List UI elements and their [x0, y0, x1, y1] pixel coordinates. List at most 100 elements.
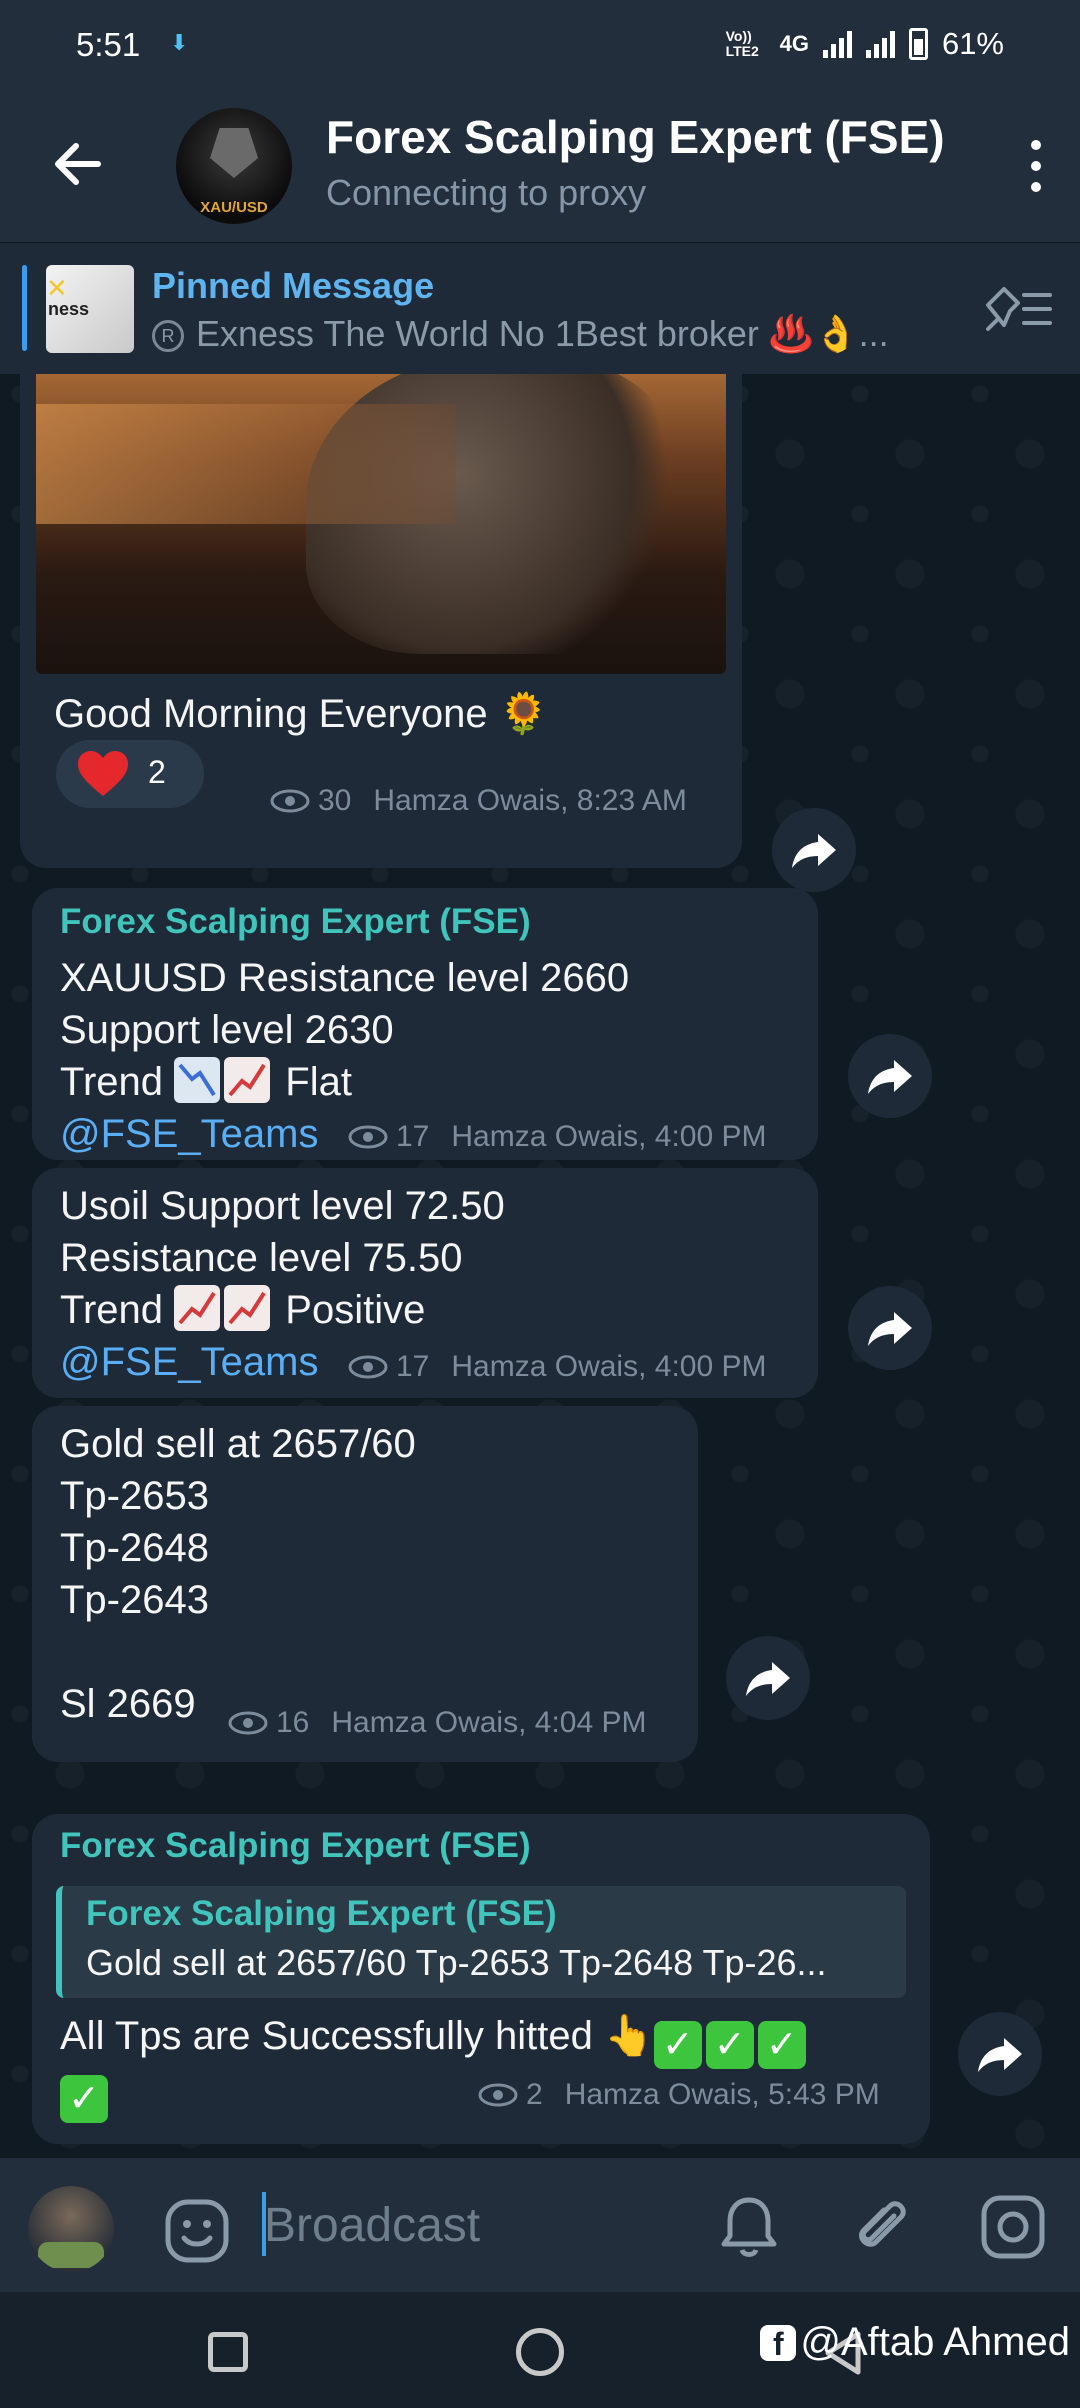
share-button[interactable]	[848, 1286, 932, 1370]
message-sender: Forex Scalping Expert (FSE)	[60, 1826, 531, 1865]
quote-sender: Forex Scalping Expert (FSE)	[86, 1894, 557, 1933]
message-meta: 17 Hamza Owais, 4:00 PM	[348, 1120, 766, 1154]
check-mark-icon: ✓	[653, 2021, 702, 2069]
chat-header: XAU/USD Forex Scalping Expert (FSE) Conn…	[0, 92, 1080, 242]
channel-avatar[interactable]: XAU/USD	[176, 108, 292, 224]
heart-icon	[78, 751, 128, 796]
status-bar: 5:51 ⬇ Vo)) LTE2 4G 61%	[0, 0, 1080, 92]
views-icon	[270, 789, 310, 813]
attach-icon[interactable]	[850, 2194, 912, 2260]
message-input[interactable]: Broadcast	[264, 2198, 480, 2253]
pinned-preview: Exness The World No 1Best broker ♨️👌...	[196, 313, 889, 354]
avatar-text: XAU/USD	[200, 199, 268, 216]
message-line: XAUUSD Resistance level 2660	[60, 956, 630, 1000]
network-type: 4G	[779, 31, 809, 56]
reaction-heart[interactable]: 2	[56, 740, 204, 808]
avatar-emblem	[210, 128, 258, 178]
check-mark-icon: ✓	[60, 2075, 108, 2123]
chart-up-icon	[174, 1285, 221, 1331]
signal-icon-2	[865, 30, 895, 58]
volte-indicator: Vo)) LTE2	[725, 28, 759, 59]
more-options-icon[interactable]	[1026, 140, 1046, 192]
author-time: Hamza Owais, 4:00 PM	[451, 1120, 767, 1153]
message-bubble[interactable]: Good Morning Everyone 🌻 2 30 Hamza Owais…	[20, 374, 742, 868]
channel-link[interactable]: @FSE_Teams	[60, 1108, 318, 1160]
chart-down-icon	[174, 1057, 221, 1103]
system-nav-bar: f @Aftab Ahmed	[0, 2292, 1080, 2408]
channel-link[interactable]: @FSE_Teams	[60, 1336, 318, 1388]
message-line: Sl 2669	[60, 1682, 196, 1726]
message-bubble[interactable]: Gold sell at 2657/60 Tp-2653 Tp-2648 Tp-…	[32, 1406, 698, 1762]
reaction-count: 2	[148, 754, 166, 790]
avatar-detail	[38, 2242, 104, 2268]
share-button[interactable]	[772, 808, 856, 892]
share-button[interactable]	[958, 2012, 1042, 2096]
message-list[interactable]: Good Morning Everyone 🌻 2 30 Hamza Owais…	[0, 374, 1080, 2158]
message-sender: Forex Scalping Expert (FSE)	[60, 902, 531, 941]
registered-icon: R	[152, 320, 184, 352]
message-line: Resistance level 75.50	[60, 1236, 463, 1280]
chart-up-icon	[224, 1285, 271, 1331]
battery-percent: 61%	[941, 26, 1004, 61]
message-meta: 16 Hamza Owais, 4:04 PM	[228, 1706, 646, 1740]
message-line: Gold sell at 2657/60	[60, 1422, 416, 1466]
message-text: All Tps are Successfully hitted 👆 ✓ ✓ ✓	[60, 2010, 810, 2069]
emoji-icon[interactable]	[164, 2198, 230, 2264]
share-arrow-icon	[746, 1662, 790, 1696]
pinned-indicator	[22, 265, 27, 351]
message-line: Tp-2648	[60, 1526, 209, 1570]
author-time: Hamza Owais, 8:23 AM	[373, 784, 687, 817]
trend-label: Trend	[60, 1060, 164, 1104]
home-button[interactable]	[516, 2328, 564, 2376]
bell-icon[interactable]	[718, 2194, 780, 2260]
message-line: Trend Flat	[60, 1056, 352, 1108]
view-count: 30	[318, 784, 352, 817]
message-line: Tp-2653	[60, 1474, 209, 1518]
pinned-message-bar[interactable]: ✕ ness Pinned Message R Exness The World …	[0, 242, 1080, 374]
trend-value: Flat	[285, 1060, 352, 1104]
message-photo[interactable]	[36, 374, 726, 674]
download-icon: ⬇	[170, 30, 189, 55]
message-line: Usoil Support level 72.50	[60, 1184, 505, 1228]
author-time: Hamza Owais, 4:04 PM	[331, 1706, 647, 1739]
message-bubble[interactable]: Usoil Support level 72.50 Resistance lev…	[32, 1168, 818, 1398]
status-icons: Vo)) LTE2 4G 61%	[726, 26, 1004, 62]
reply-quote[interactable]: Forex Scalping Expert (FSE) Gold sell at…	[56, 1886, 906, 1998]
message-text-line2: ✓	[60, 2064, 112, 2123]
share-button[interactable]	[848, 1034, 932, 1118]
check-mark-icon: ✓	[705, 2021, 754, 2069]
view-count: 17	[396, 1120, 430, 1153]
check-mark-icon: ✓	[757, 2021, 806, 2069]
views-icon	[478, 2083, 518, 2107]
watermark-text: @Aftab Ahmed	[800, 2320, 1070, 2364]
author-time: Hamza Owais, 4:00 PM	[451, 1350, 767, 1383]
pinned-text: R Exness The World No 1Best broker ♨️👌...	[152, 313, 942, 355]
battery-icon	[908, 28, 928, 60]
camera-icon[interactable]	[980, 2194, 1046, 2260]
view-count: 16	[276, 1706, 310, 1739]
message-text: Good Morning Everyone 🌻	[54, 692, 549, 736]
message-line: Trend Positive	[60, 1284, 425, 1336]
message-line: Support level 2630	[60, 1008, 394, 1052]
share-button[interactable]	[726, 1636, 810, 1720]
trend-label: Trend	[60, 1288, 164, 1332]
facebook-icon: f	[760, 2324, 797, 2362]
share-arrow-icon	[978, 2038, 1022, 2072]
channel-title[interactable]: Forex Scalping Expert (FSE)	[326, 110, 945, 164]
send-as-avatar[interactable]	[28, 2186, 114, 2272]
pinned-title: Pinned Message	[152, 265, 435, 306]
status-time: 5:51	[76, 26, 141, 63]
back-arrow-icon[interactable]	[48, 134, 108, 194]
message-bubble[interactable]: Forex Scalping Expert (FSE) XAUUSD Resis…	[32, 888, 818, 1160]
message-line: Tp-2643	[60, 1578, 209, 1622]
pinned-thumb-text: ness	[48, 299, 90, 319]
message-meta: 17 Hamza Owais, 4:00 PM	[348, 1350, 766, 1384]
message-bubble[interactable]: Forex Scalping Expert (FSE) Forex Scalpi…	[32, 1814, 930, 2144]
message-text-body: All Tps are Successfully hitted 👆	[60, 2014, 654, 2058]
pinned-list-icon[interactable]	[984, 285, 1052, 333]
share-arrow-icon	[868, 1060, 912, 1094]
recents-button[interactable]	[208, 2332, 248, 2372]
watermark: f @Aftab Ahmed	[760, 2320, 1070, 2365]
pinned-thumbnail: ✕ ness	[46, 265, 134, 353]
message-meta: 30 Hamza Owais, 8:23 AM	[270, 784, 687, 818]
